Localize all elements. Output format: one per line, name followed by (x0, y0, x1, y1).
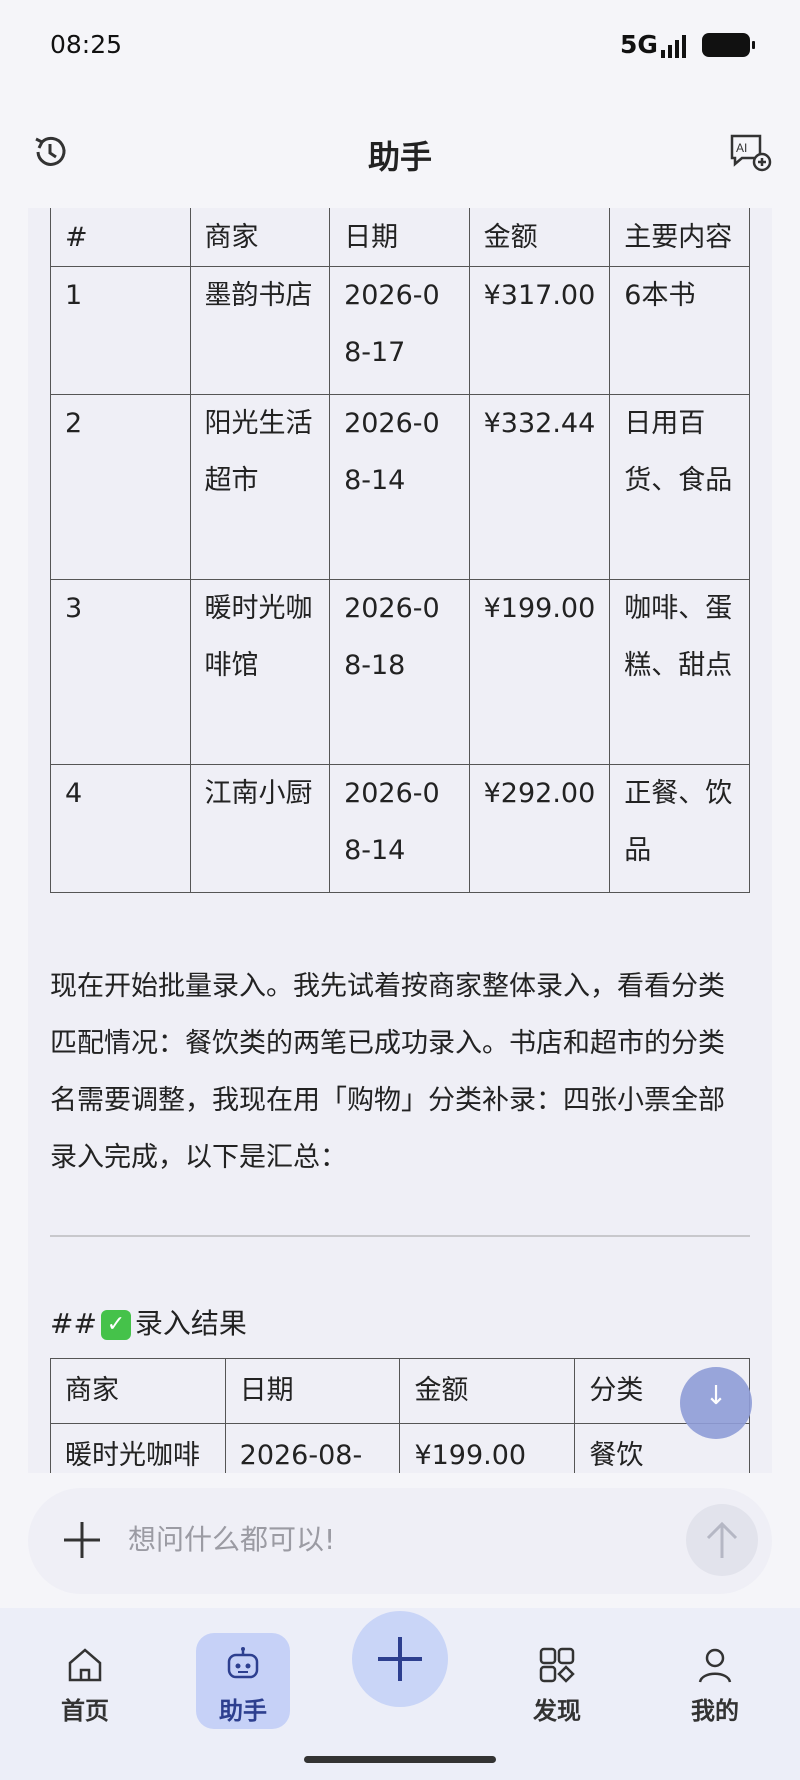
nav-discover-label: 发现 (533, 1697, 581, 1725)
table-cell: 1 (50, 266, 191, 395)
table-row: 2 阳光生活超市 2026-08-14 ¥332.44 日用百货、食品 (50, 394, 750, 580)
chat-input-bar[interactable]: 想问什么都可以! (28, 1488, 772, 1594)
nav-assistant[interactable]: 助手 (196, 1633, 290, 1729)
table-header-cell: 主要内容 (609, 208, 750, 267)
send-button[interactable] (686, 1504, 758, 1576)
home-icon (68, 1648, 102, 1682)
robot-icon (227, 1647, 259, 1679)
table-cell: ¥199.00 (468, 579, 611, 765)
table-cell: 3 (50, 579, 191, 765)
table-cell: 暖时光咖啡馆 (189, 579, 331, 765)
app-header: 助手 AI (0, 96, 800, 208)
table-cell: 2 (50, 394, 191, 580)
table-cell: 暖时光咖啡馆 (50, 1423, 226, 1473)
table-cell: 2026-08-14 (329, 394, 470, 580)
table-header-cell: 商家 (50, 1358, 226, 1424)
table-header-cell: 商家 (189, 208, 331, 267)
table-header-cell: 日期 (329, 208, 470, 267)
table-row: 1 墨韵书店 2026-08-17 ¥317.00 6本书 (50, 266, 750, 395)
check-icon: ✓ (100, 1310, 131, 1340)
network-type: 5G (620, 30, 658, 59)
table-cell: ¥317.00 (468, 266, 611, 395)
table-row: 4 江南小厨 2026-08-14 ¥292.00 正餐、饮品 (50, 764, 750, 893)
table-row: 3 暖时光咖啡馆 2026-08-18 ¥199.00 咖啡、蛋糕、甜点 (50, 579, 750, 765)
nav-discover[interactable]: 发现 (510, 1633, 604, 1729)
arrow-up-icon (706, 1521, 738, 1558)
nav-assistant-label: 助手 (219, 1697, 267, 1725)
table-header-cell: 日期 (224, 1358, 401, 1424)
table-cell: 6本书 (609, 266, 750, 395)
plus-icon (378, 1637, 422, 1681)
home-indicator (304, 1756, 496, 1763)
table-cell: 江南小厨 (189, 764, 331, 893)
table-cell: ¥332.44 (468, 394, 611, 580)
table-cell: 阳光生活超市 (189, 394, 331, 580)
table-header-cell: 金额 (468, 208, 611, 267)
divider (50, 1235, 750, 1237)
arrow-down-icon: ↓ (705, 1381, 727, 1411)
table-header-row: # 商家 日期 金额 主要内容 (50, 208, 750, 267)
table-cell: 咖啡、蛋糕、甜点 (609, 579, 750, 765)
table-cell: 日用百货、食品 (609, 394, 750, 580)
svg-text:AI: AI (736, 141, 747, 155)
nav-me-label: 我的 (691, 1697, 739, 1725)
section-heading: ## ✓ 录入结果 (50, 1302, 247, 1342)
table-row: 暖时光咖啡馆 2026-08-18 ¥199.00 餐饮 (50, 1423, 750, 1473)
table-cell: 2026-08-14 (329, 764, 470, 893)
page-title: 助手 (367, 138, 432, 176)
chat-input-placeholder[interactable]: 想问什么都可以! (128, 1518, 335, 1558)
table-cell: 2026-08-18 (329, 579, 470, 765)
battery-icon (702, 33, 755, 57)
table-cell: 正餐、饮品 (609, 764, 750, 893)
scroll-down-button[interactable]: ↓ (680, 1367, 752, 1439)
table-cell: ¥292.00 (468, 764, 611, 893)
plus-icon[interactable] (58, 1516, 106, 1564)
table-cell: 2026-08-18 (224, 1423, 401, 1473)
status-bar: 08:25 5G (0, 0, 800, 96)
heading-text: 录入结果 (134, 1307, 247, 1340)
table-header-cell: 金额 (399, 1358, 576, 1424)
assistant-message: 现在开始批量录入。我先试着按商家整体录入，看看分类匹配情况：餐饮类的两笔已成功录… (50, 971, 725, 1173)
user-icon (698, 1648, 732, 1683)
heading-prefix: ## (50, 1307, 97, 1340)
receipt-table: # 商家 日期 金额 主要内容 1 墨韵书店 2026-08-17 ¥317.0… (50, 208, 750, 893)
nav-me[interactable]: 我的 (668, 1633, 762, 1729)
new-ai-chat-icon[interactable]: AI (728, 130, 772, 174)
table-header-cell: # (50, 208, 191, 267)
summary-table: 商家 日期 金额 分类 暖时光咖啡馆 2026-08-18 ¥199.00 餐饮 (50, 1358, 750, 1473)
table-header-row: 商家 日期 金额 分类 (50, 1358, 750, 1424)
nav-home[interactable]: 首页 (38, 1633, 132, 1729)
apps-icon (539, 1647, 575, 1683)
table-cell: ¥199.00 (399, 1423, 576, 1473)
chat-area[interactable]: # 商家 日期 金额 主要内容 1 墨韵书店 2026-08-17 ¥317.0… (28, 208, 772, 1473)
signal-icon (661, 35, 686, 58)
status-time: 08:25 (50, 30, 123, 59)
table-cell: 2026-08-17 (329, 266, 470, 395)
create-button[interactable] (352, 1611, 448, 1707)
table-cell: 4 (50, 764, 191, 893)
table-cell: 墨韵书店 (189, 266, 331, 395)
nav-home-label: 首页 (61, 1697, 109, 1725)
